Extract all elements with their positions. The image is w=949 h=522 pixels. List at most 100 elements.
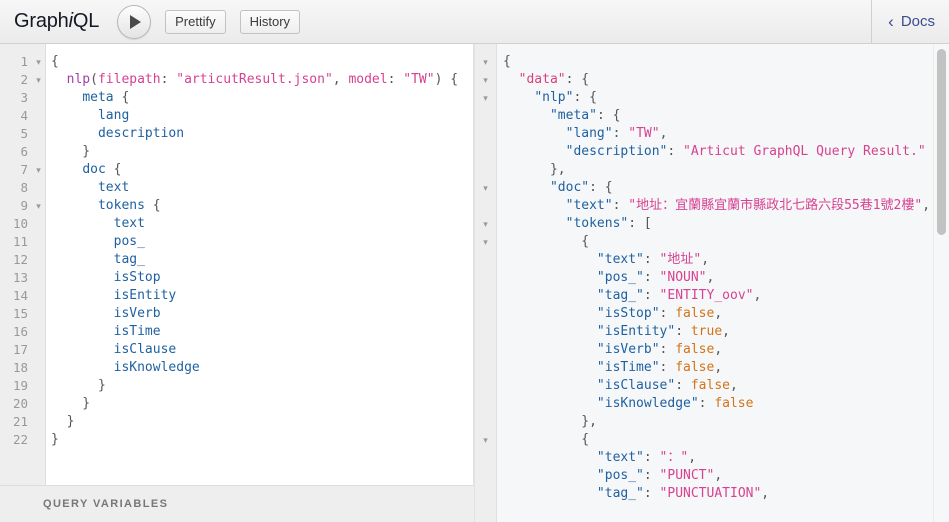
token-punc: , bbox=[688, 450, 697, 465]
token-topkey: "data" bbox=[518, 72, 566, 87]
code-line: } bbox=[51, 143, 473, 161]
code-line: "tag_": "ENTITY_oov", bbox=[503, 287, 949, 305]
logo-prefix: Graph bbox=[14, 10, 69, 32]
token-punc bbox=[503, 378, 597, 393]
token-field: isKnowledge bbox=[113, 360, 200, 375]
code-line: "nlp": { bbox=[503, 89, 949, 107]
token-field: isClause bbox=[113, 342, 177, 357]
line-number: 3 bbox=[20, 90, 28, 105]
line-number: 11 bbox=[12, 234, 28, 249]
fold-toggle-icon[interactable]: ▾ bbox=[32, 197, 45, 215]
fold-toggle-icon[interactable]: ▾ bbox=[475, 179, 496, 197]
code-line: doc { bbox=[51, 161, 473, 179]
fold-toggle-icon[interactable]: ▾ bbox=[475, 89, 496, 107]
logo-suffix: QL bbox=[72, 10, 100, 32]
token-key: "doc" bbox=[549, 180, 590, 195]
token-punc: : bbox=[643, 270, 660, 285]
token-key: "text" bbox=[596, 252, 644, 267]
token-punc: }, bbox=[503, 162, 566, 177]
token-punc: } bbox=[51, 396, 91, 411]
fold-toggle-icon[interactable]: ▾ bbox=[475, 53, 496, 71]
token-punc bbox=[503, 180, 550, 195]
fold-toggle-icon[interactable]: ▾ bbox=[475, 215, 496, 233]
token-punc bbox=[51, 216, 114, 231]
code-line: isTime bbox=[51, 323, 473, 341]
query-line-number-gutter: 1 2 3 4 5 6 7 8 9 10 11 12 13 14 15 16 17 18 19 20 21 22 bbox=[0, 44, 32, 485]
token-punc: ( bbox=[90, 72, 98, 87]
token-bool: false bbox=[675, 306, 715, 321]
code-line: isStop bbox=[51, 269, 473, 287]
code-line: "isStop": false, bbox=[503, 305, 949, 323]
token-key: "tag_" bbox=[596, 288, 644, 303]
token-field: isTime bbox=[113, 324, 161, 339]
token-field: text bbox=[113, 216, 145, 231]
fold-toggle-icon[interactable]: ▾ bbox=[32, 71, 45, 89]
token-punc: , bbox=[706, 270, 715, 285]
fold-toggle-icon[interactable]: ▾ bbox=[475, 71, 496, 89]
token-field: doc bbox=[82, 162, 106, 177]
docs-button[interactable]: ‹ Docs bbox=[871, 0, 949, 43]
token-punc bbox=[51, 324, 114, 339]
fold-toggle-icon[interactable]: ▾ bbox=[32, 53, 45, 71]
token-punc: , bbox=[332, 72, 349, 87]
fold-toggle-icon[interactable]: ▾ bbox=[475, 233, 496, 251]
line-number: 18 bbox=[12, 360, 28, 375]
result-scrollbar-thumb[interactable] bbox=[937, 49, 946, 235]
query-variables-bar[interactable]: QUERY VARIABLES bbox=[0, 485, 474, 522]
token-bool: false bbox=[690, 378, 730, 393]
token-punc: , bbox=[730, 378, 738, 393]
prettify-button[interactable]: Prettify bbox=[165, 9, 226, 34]
token-field: text bbox=[97, 180, 130, 195]
token-str: "ENTITY_oov" bbox=[659, 288, 754, 303]
token-punc: , bbox=[761, 486, 770, 501]
token-punc bbox=[503, 324, 597, 339]
code-line: isClause bbox=[51, 341, 473, 359]
token-punc: , bbox=[714, 468, 723, 483]
result-fold-gutter[interactable]: ▾ ▾ ▾ ▾ ▾ ▾ ▾ bbox=[475, 44, 497, 522]
code-line: "pos_": "NOUN", bbox=[503, 269, 949, 287]
line-number: 5 bbox=[20, 126, 28, 141]
result-code-area: { "data": { "nlp": { "meta": { "lang": "… bbox=[497, 44, 949, 522]
token-key: "nlp" bbox=[534, 90, 574, 105]
token-key: "isKnowledge" bbox=[596, 396, 699, 411]
docs-label: Docs bbox=[900, 13, 935, 30]
token-punc: { bbox=[113, 90, 130, 105]
line-number: 20 bbox=[12, 396, 28, 411]
code-line: "isTime": false, bbox=[503, 359, 949, 377]
token-punc: } bbox=[51, 432, 59, 447]
query-editor[interactable]: 1 2 3 4 5 6 7 8 9 10 11 12 13 14 15 16 17 18 19 20 21 22 ▾ ▾ ▾ ▾… bbox=[0, 44, 474, 485]
token-punc bbox=[503, 270, 597, 285]
token-key: "tag_" bbox=[596, 486, 644, 501]
query-fold-gutter[interactable]: ▾ ▾ ▾ ▾ bbox=[32, 44, 46, 485]
history-button[interactable]: History bbox=[239, 9, 301, 34]
fold-toggle-icon[interactable]: ▾ bbox=[475, 431, 496, 449]
line-number: 10 bbox=[12, 216, 28, 231]
query-code-area[interactable]: { nlp(filepath: "articutResult.json", mo… bbox=[46, 44, 473, 485]
code-line: "pos_": "PUNCT", bbox=[503, 467, 949, 485]
result-pane[interactable]: ▾ ▾ ▾ ▾ ▾ ▾ ▾ { "data": { "nlp": { "meta": { "… bbox=[474, 44, 949, 522]
execute-query-button[interactable] bbox=[117, 4, 152, 39]
token-bool: false bbox=[714, 396, 754, 411]
token-punc bbox=[503, 486, 597, 501]
result-scrollbar-track[interactable] bbox=[933, 44, 949, 522]
token-punc: : bbox=[160, 72, 177, 87]
token-key: "isClause" bbox=[596, 378, 676, 393]
line-number: 13 bbox=[12, 270, 28, 285]
token-punc bbox=[503, 198, 566, 213]
token-punc bbox=[51, 162, 82, 177]
token-punc: : bbox=[667, 144, 684, 159]
token-field: isVerb bbox=[113, 306, 161, 321]
code-line: "isVerb": false, bbox=[503, 341, 949, 359]
token-punc bbox=[503, 144, 566, 159]
play-triangle-icon bbox=[130, 14, 142, 29]
token-punc: : { bbox=[573, 90, 597, 105]
fold-toggle-icon[interactable]: ▾ bbox=[32, 161, 45, 179]
